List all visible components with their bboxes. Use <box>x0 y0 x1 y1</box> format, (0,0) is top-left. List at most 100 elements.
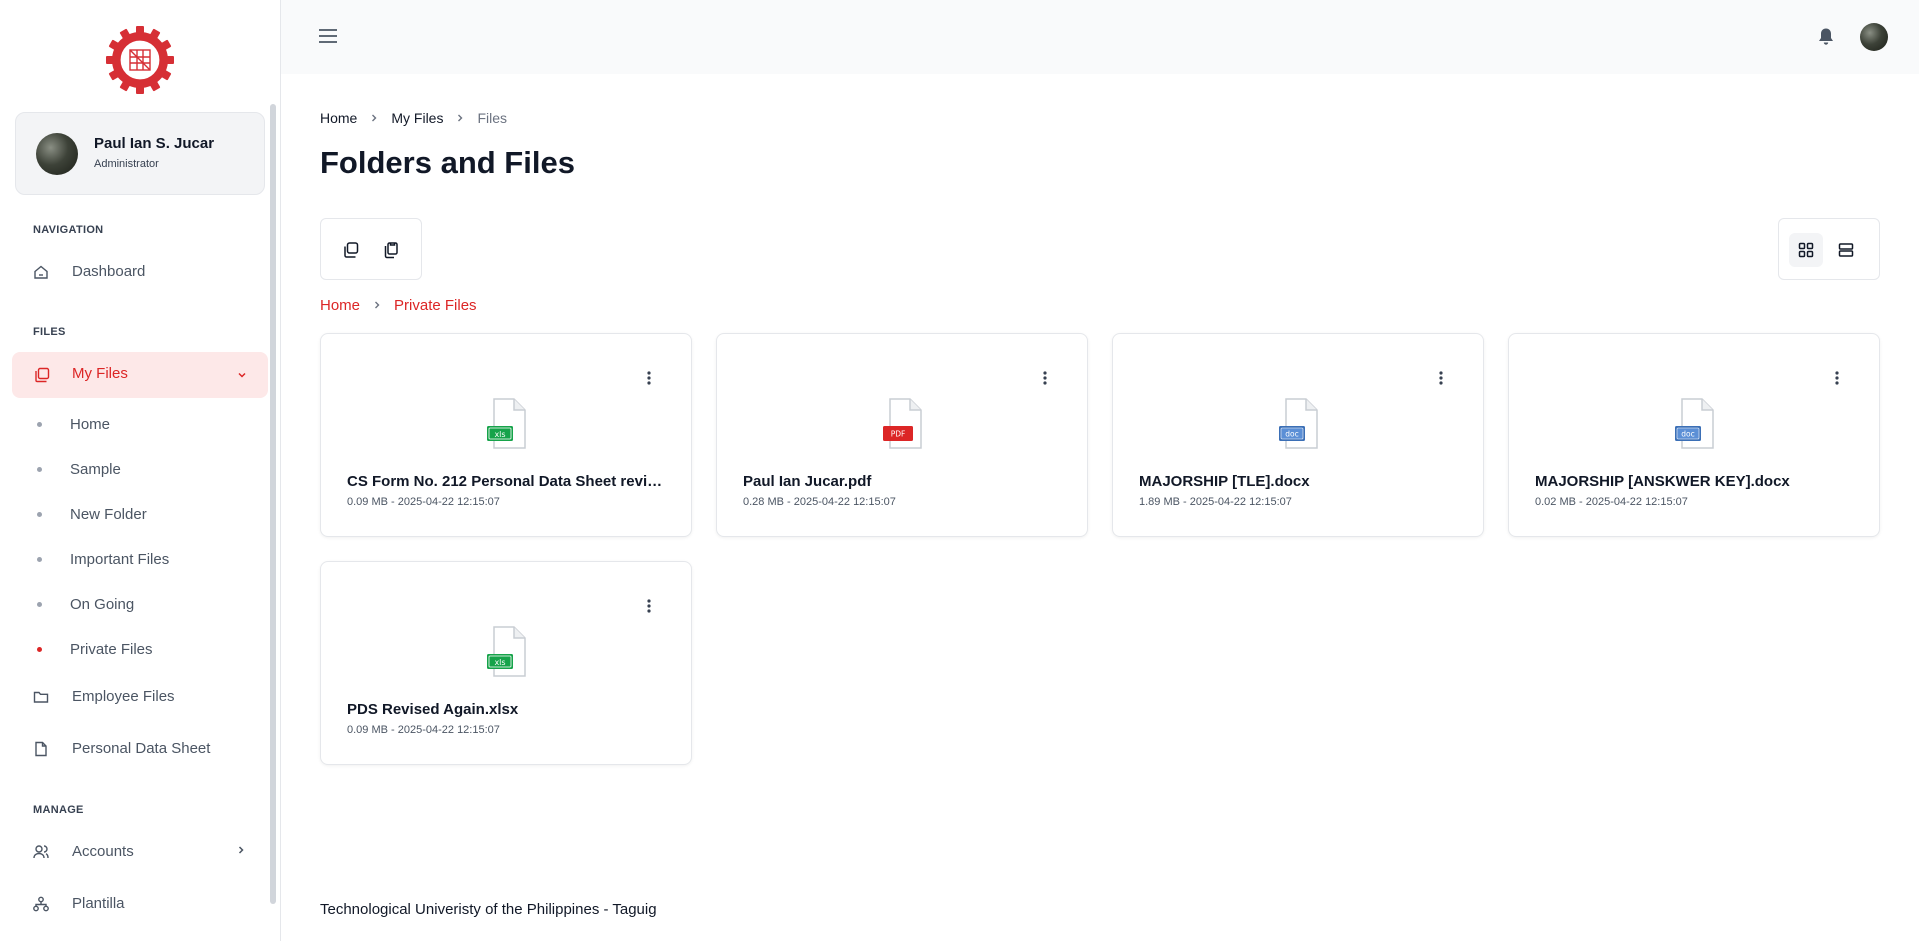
sidebar-subitem-home[interactable]: Home <box>37 416 110 433</box>
view-toggle <box>1778 218 1880 280</box>
sidebar-item-employee-files[interactable]: Employee Files <box>33 688 175 705</box>
section-label-navigation: NAVIGATION <box>33 224 104 236</box>
file-type-label: xls <box>494 658 505 667</box>
file-card[interactable]: xls PDS Revised Again.xlsx 0.09 MB - 202… <box>320 561 692 765</box>
more-options-icon[interactable] <box>1435 368 1447 388</box>
chevron-right-icon <box>235 843 247 860</box>
more-options-icon[interactable] <box>1831 368 1843 388</box>
folder-breadcrumb-home[interactable]: Home <box>320 297 360 314</box>
file-card[interactable]: doc MAJORSHIP [ANSKWER KEY].docx 0.02 MB… <box>1508 333 1880 537</box>
file-name: MAJORSHIP [TLE].docx <box>1139 473 1310 490</box>
chevron-right-icon <box>369 111 379 126</box>
footer-text: Technological Univeristy of the Philippi… <box>320 901 657 918</box>
file-type-label: PDF <box>891 430 906 439</box>
section-label-files: FILES <box>33 326 66 338</box>
user-avatar[interactable] <box>1860 23 1888 51</box>
avatar <box>36 133 78 175</box>
profile-name: Paul Ian S. Jucar <box>94 135 215 152</box>
sidebar-item-label: Accounts <box>72 843 134 860</box>
top-bar <box>281 0 1919 74</box>
bullet-icon <box>37 602 42 607</box>
home-icon <box>33 264 49 280</box>
file-name: PDS Revised Again.xlsx <box>347 701 519 718</box>
paste-icon[interactable] <box>381 240 401 260</box>
more-options-icon[interactable] <box>643 596 655 616</box>
notification-bell-icon[interactable] <box>1817 27 1835 52</box>
page-title: Folders and Files <box>320 145 575 180</box>
profile-card[interactable]: Paul Ian S. Jucar Administrator <box>15 112 265 195</box>
sidebar-subitem-label: Important Files <box>70 551 170 568</box>
sidebar-item-personal-data-sheet[interactable]: Personal Data Sheet <box>33 740 210 757</box>
bullet-icon <box>37 647 42 652</box>
breadcrumb-my-files[interactable]: My Files <box>391 110 443 126</box>
sidebar-item-label: Employee Files <box>72 688 175 705</box>
list-view-icon[interactable] <box>1829 233 1863 267</box>
sidebar-item-label: Personal Data Sheet <box>72 740 211 757</box>
folder-breadcrumb: Home Private Files <box>320 297 477 314</box>
file-card[interactable]: PDF Paul Ian Jucar.pdf 0.28 MB - 2025-04… <box>716 333 1088 537</box>
chevron-down-icon <box>236 368 248 386</box>
sidebar-item-label: Plantilla <box>72 895 125 912</box>
bullet-icon <box>37 512 42 517</box>
pdf-file-icon: PDF <box>883 398 922 449</box>
sidebar-subitem-sample[interactable]: Sample <box>37 461 121 478</box>
more-options-icon[interactable] <box>1039 368 1051 388</box>
sidebar: Paul Ian S. Jucar Administrator NAVIGATI… <box>0 0 281 941</box>
file-name: CS Form No. 212 Personal Data Sheet revi… <box>347 473 669 490</box>
sidebar-item-plantilla[interactable]: Plantilla <box>33 895 125 912</box>
excel-file-icon: xls <box>487 398 526 449</box>
profile-role: Administrator <box>94 158 159 170</box>
files-icon <box>34 367 50 388</box>
folder-breadcrumb-private-files[interactable]: Private Files <box>394 297 477 314</box>
breadcrumb: Home My Files Files <box>320 110 507 126</box>
sidebar-item-dashboard[interactable]: Dashboard <box>33 263 145 280</box>
file-type-label: doc <box>1285 430 1298 439</box>
sidebar-subitem-important-files[interactable]: Important Files <box>37 551 169 568</box>
file-card[interactable]: doc MAJORSHIP [TLE].docx 1.89 MB - 2025-… <box>1112 333 1484 537</box>
sidebar-subitem-private-files[interactable]: Private Files <box>37 641 153 658</box>
file-meta: 0.09 MB - 2025-04-22 12:15:07 <box>347 496 500 508</box>
sidebar-subitem-label: Private Files <box>70 641 153 658</box>
sidebar-scrollbar[interactable] <box>270 104 276 904</box>
bullet-icon <box>37 557 42 562</box>
sidebar-subitem-label: On Going <box>70 596 135 613</box>
sidebar-item-label: Dashboard <box>72 263 146 280</box>
users-icon <box>33 844 49 860</box>
grid-view-icon[interactable] <box>1789 233 1823 267</box>
excel-file-icon: xls <box>487 626 526 677</box>
breadcrumb-home[interactable]: Home <box>320 110 357 126</box>
bullet-icon <box>37 467 42 472</box>
word-file-icon: doc <box>1279 398 1318 449</box>
chevron-right-icon <box>455 111 465 126</box>
file-name: Paul Ian Jucar.pdf <box>743 473 872 490</box>
sidebar-subitem-label: Home <box>70 416 111 433</box>
word-file-icon: doc <box>1675 398 1714 449</box>
file-meta: 1.89 MB - 2025-04-22 12:15:07 <box>1139 496 1292 508</box>
file-type-label: xls <box>494 430 505 439</box>
sidebar-item-accounts[interactable]: Accounts <box>33 843 247 860</box>
file-actions-toolbar <box>320 218 422 280</box>
file-name: MAJORSHIP [ANSKWER KEY].docx <box>1535 473 1790 490</box>
sidebar-subitem-label: New Folder <box>70 506 147 523</box>
sidebar-item-my-files[interactable]: My Files <box>12 352 268 398</box>
file-type-label: doc <box>1681 430 1694 439</box>
sidebar-subitem-label: Sample <box>70 461 121 478</box>
file-meta: 0.09 MB - 2025-04-22 12:15:07 <box>347 724 500 736</box>
hierarchy-icon <box>33 896 49 912</box>
copy-icon[interactable] <box>341 240 361 260</box>
file-meta: 0.28 MB - 2025-04-22 12:15:07 <box>743 496 896 508</box>
file-meta: 0.02 MB - 2025-04-22 12:15:07 <box>1535 496 1688 508</box>
file-card[interactable]: xls CS Form No. 212 Personal Data Sheet … <box>320 333 692 537</box>
menu-icon[interactable] <box>318 27 338 50</box>
university-logo <box>106 26 174 94</box>
bullet-icon <box>37 422 42 427</box>
breadcrumb-files: Files <box>477 110 508 126</box>
chevron-right-icon <box>372 298 382 313</box>
sidebar-subitem-new-folder[interactable]: New Folder <box>37 506 147 523</box>
document-icon <box>33 741 49 757</box>
more-options-icon[interactable] <box>643 368 655 388</box>
section-label-manage: MANAGE <box>33 804 84 816</box>
sidebar-item-label: My Files <box>72 365 128 382</box>
folder-icon <box>33 689 49 705</box>
sidebar-subitem-on-going[interactable]: On Going <box>37 596 134 613</box>
